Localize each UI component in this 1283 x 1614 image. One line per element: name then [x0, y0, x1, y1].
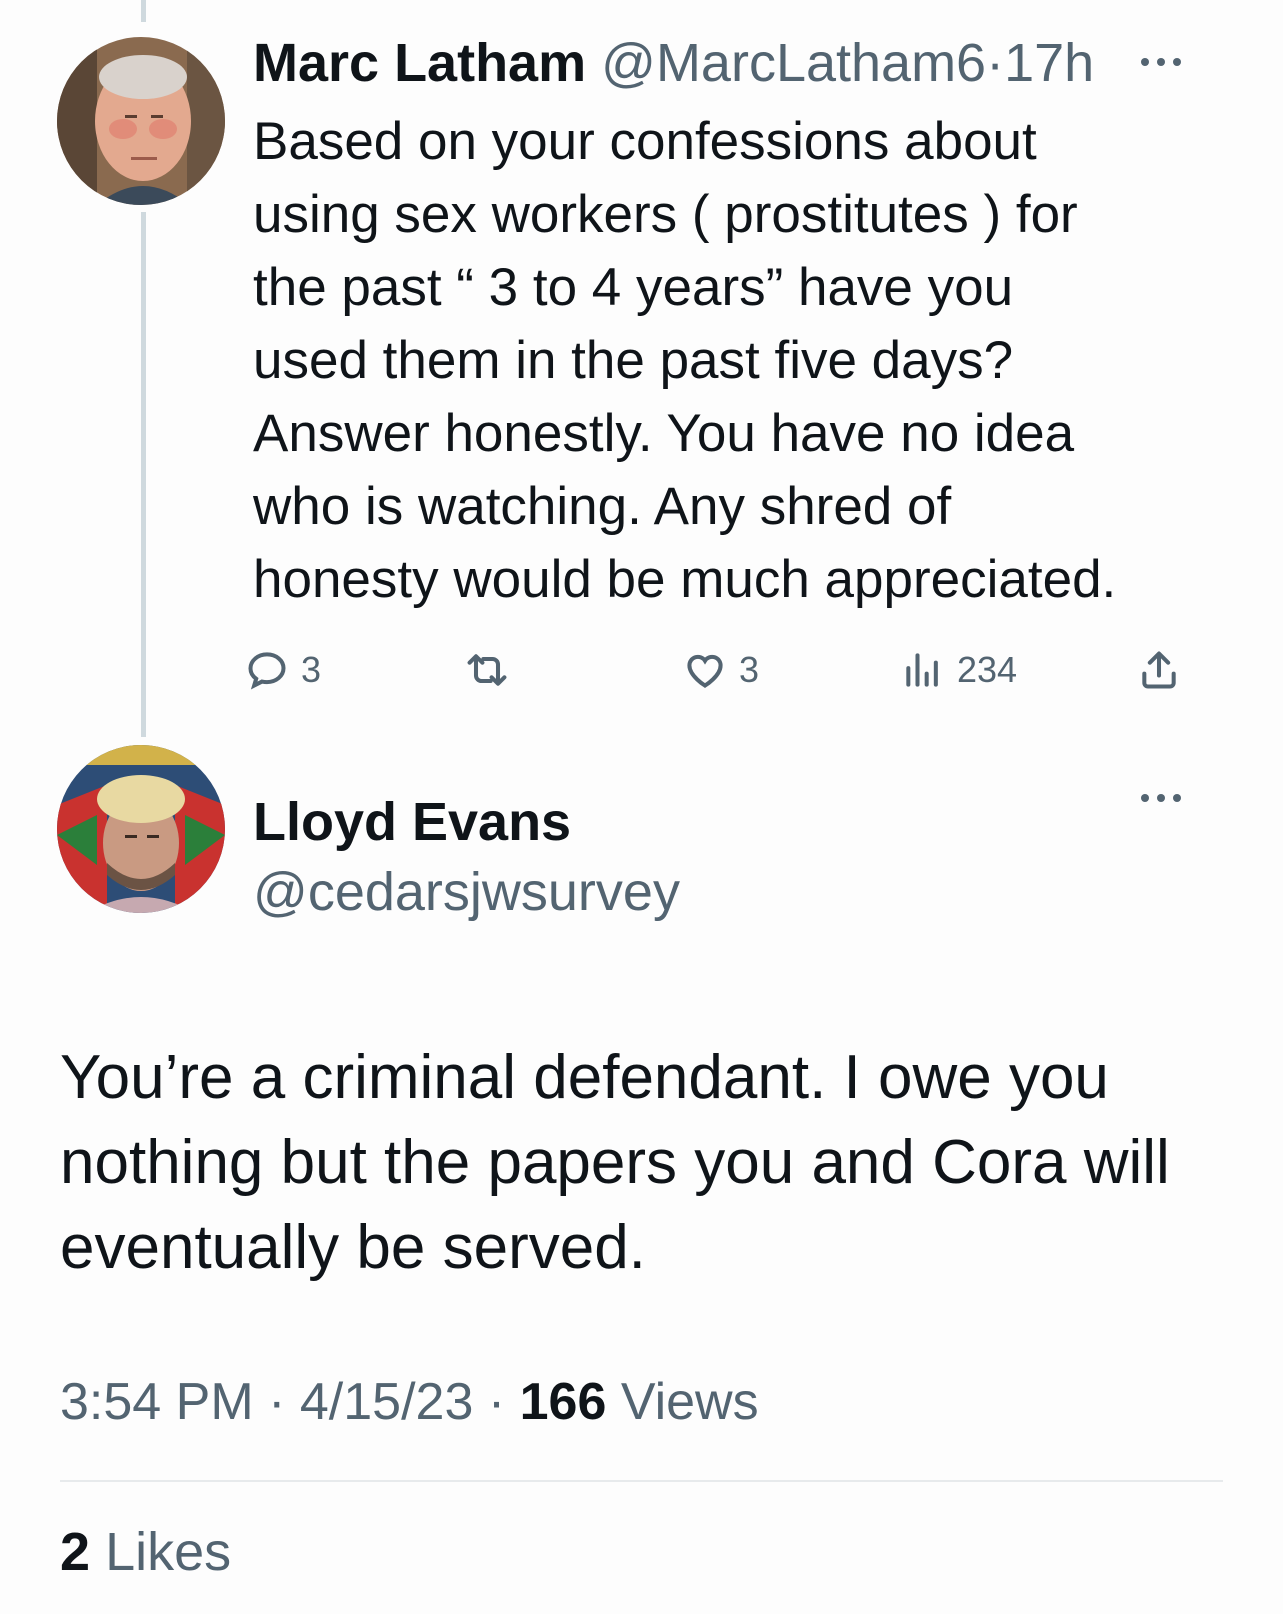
- share-icon: [1142, 651, 1176, 689]
- tweet-text-line: the past “ 3 to 4 years” have you: [253, 258, 1014, 317]
- tweet-actions: 3 3 234: [248, 640, 1223, 700]
- views-count: 166: [519, 1373, 607, 1431]
- thread-line: [141, 212, 146, 737]
- tweet-text-line: Answer honestly. You have no idea: [253, 404, 1075, 463]
- views-icon: [906, 653, 938, 687]
- like-button[interactable]: 3: [683, 640, 759, 700]
- likes-count: 2: [60, 1522, 91, 1582]
- views-button[interactable]: 234: [901, 640, 1017, 700]
- tweet-text-line: Based on your confessions about: [253, 112, 1037, 171]
- reply-icon: [248, 652, 286, 690]
- views-count: 234: [957, 649, 1018, 690]
- likes-label: Likes: [105, 1522, 232, 1582]
- divider: [60, 1480, 1223, 1482]
- thread-line-top: [141, 0, 146, 22]
- tweet-text-line: You’re a criminal defendant. I owe you: [60, 1043, 1109, 1112]
- tweet-time[interactable]: 3:54 PM: [60, 1373, 254, 1431]
- share-button[interactable]: [1137, 640, 1193, 700]
- tweet-header: Marc Latham @MarcLatham6·17h: [253, 30, 1094, 96]
- author-handle[interactable]: @MarcLatham6: [601, 33, 986, 93]
- views-label: Views: [620, 1373, 759, 1431]
- tweet-text-line: honesty would be much appreciated.: [253, 550, 1117, 609]
- tweet-meta: 3:54 PM · 4/15/23 · 166 Views: [60, 1370, 759, 1434]
- author-name[interactable]: Lloyd Evans: [253, 790, 571, 854]
- author-name[interactable]: Marc Latham: [253, 33, 586, 93]
- retweet-button[interactable]: [465, 640, 521, 700]
- tweet-text: Based on your confessions about using se…: [253, 105, 1213, 616]
- tweet-text-line: used them in the past five days?: [253, 331, 1014, 390]
- separator-dot: ·: [487, 1373, 506, 1431]
- tweet-text: You’re a criminal defendant. I owe you n…: [60, 1035, 1240, 1290]
- likes-summary[interactable]: 2 Likes: [60, 1520, 231, 1584]
- tweet-text-line: eventually be served.: [60, 1213, 646, 1282]
- avatar-marc-latham[interactable]: [57, 37, 225, 205]
- like-icon: [687, 654, 723, 688]
- reply-count: 3: [301, 649, 322, 690]
- tweet-time-ago[interactable]: 17h: [1004, 33, 1094, 93]
- author-handle[interactable]: @cedarsjwsurvey: [253, 860, 680, 924]
- tweet-text-line: using sex workers ( prostitutes ) for: [253, 185, 1078, 244]
- like-count: 3: [739, 649, 760, 690]
- more-icon[interactable]: [1141, 792, 1185, 804]
- separator-dot: ·: [986, 33, 1005, 93]
- more-icon[interactable]: [1141, 56, 1185, 68]
- reply-button[interactable]: 3: [245, 640, 321, 700]
- tweet-text-line: nothing but the papers you and Cora will: [60, 1128, 1170, 1197]
- avatar-lloyd-evans[interactable]: [57, 745, 225, 913]
- retweet-icon: [467, 654, 507, 686]
- tweet-text-line: who is watching. Any shred of: [253, 477, 952, 536]
- separator-dot: ·: [268, 1373, 286, 1431]
- tweet-date[interactable]: 4/15/23: [300, 1373, 474, 1431]
